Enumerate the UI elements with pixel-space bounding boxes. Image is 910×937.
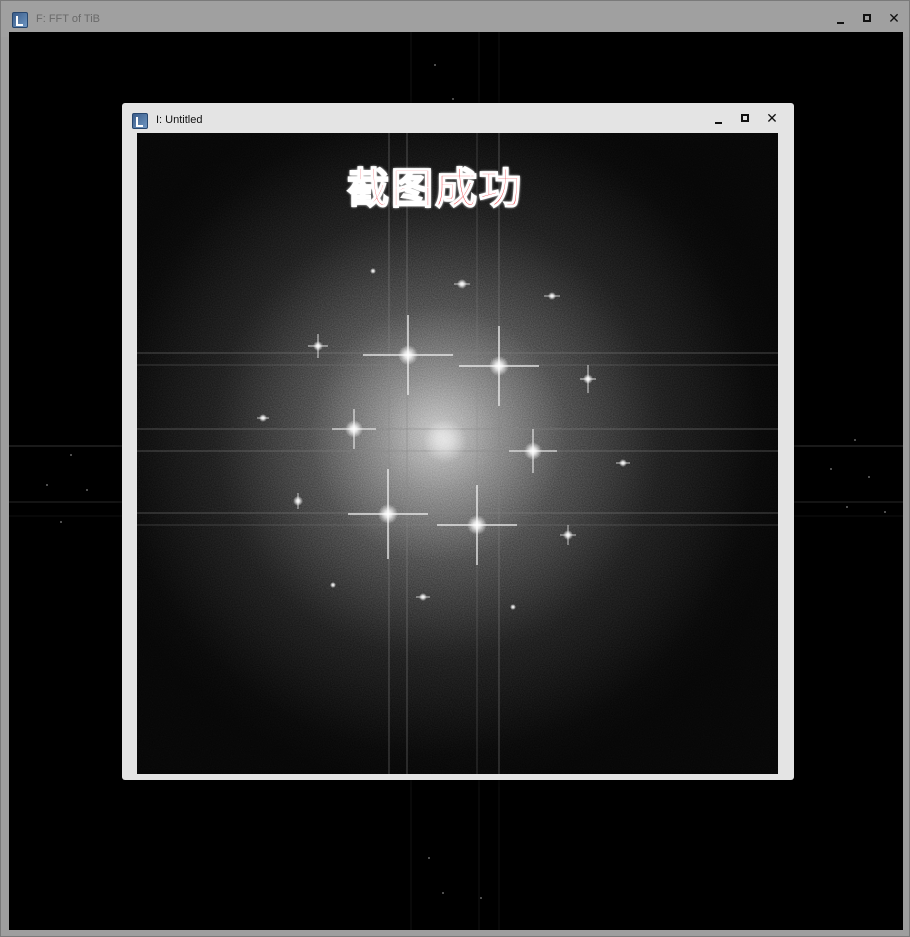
minimize-icon	[715, 122, 722, 124]
fft-diffraction-pattern	[137, 133, 778, 774]
maximize-icon	[741, 114, 749, 122]
inner-minimize-button[interactable]	[710, 110, 728, 128]
inner-window-title: I: Untitled	[156, 114, 203, 126]
outer-window-title: F: FFT of TiB	[36, 13, 100, 25]
imagej-app-icon	[12, 12, 28, 28]
inner-fft-image[interactable]: 截图成功	[137, 133, 778, 774]
inner-window-untitled: I: Untitled ✕ 截图成功	[122, 103, 794, 780]
outer-close-button[interactable]: ✕	[885, 10, 903, 28]
close-icon: ✕	[888, 11, 900, 27]
maximize-icon	[863, 14, 871, 22]
inner-titlebar[interactable]: I: Untitled ✕	[122, 103, 794, 133]
imagej-app-icon	[132, 113, 148, 129]
close-icon: ✕	[766, 111, 778, 127]
inner-close-button[interactable]: ✕	[763, 110, 781, 128]
inner-maximize-button[interactable]	[737, 110, 755, 128]
minimize-icon	[837, 22, 844, 24]
outer-maximize-button[interactable]	[859, 10, 877, 28]
screenshot-success-overlay: 截图成功	[346, 163, 524, 214]
outer-minimize-button[interactable]	[832, 10, 850, 28]
